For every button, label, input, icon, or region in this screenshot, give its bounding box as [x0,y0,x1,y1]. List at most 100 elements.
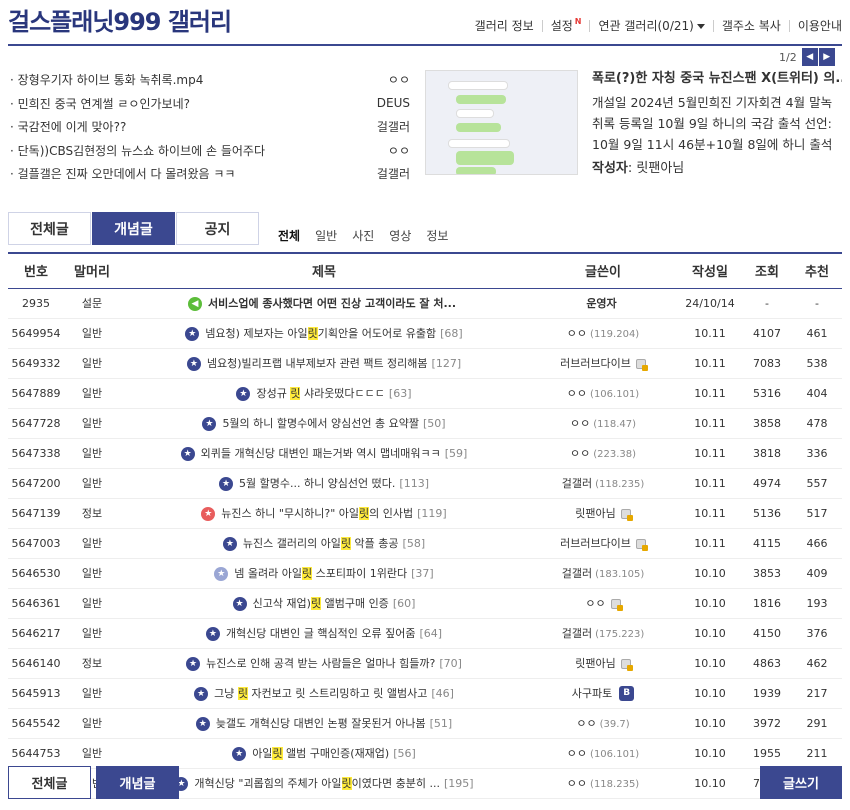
post-writer[interactable]: ㅇㅇ (118.47) [528,408,678,439]
comment-count[interactable]: [64] [419,627,442,640]
comment-count[interactable]: [195] [444,777,474,790]
post-title-cell[interactable]: ★ 5월 할명수... 하니 양심선언 떴다. [113] [120,468,528,499]
comment-count[interactable]: [56] [393,747,416,760]
table-row[interactable]: 5646530 일반 ★ 넴 올려라 아일릿 스포티파이 1위란다 [37] 걸갤러 (18… [8,558,842,589]
next-arrow-icon[interactable]: ▶ [818,48,835,66]
post-title-cell[interactable]: ★ 5월의 하니 할명수에서 양심선언 총 요약짤 [50] [120,408,528,439]
copy-address-link[interactable]: 갤주소 복사 [722,17,781,34]
featured-post[interactable]: 폭로(?)한 자칭 중국 뉴진스팬 X(트위터) 의... 개설일 2024년 … [592,68,842,176]
table-row[interactable]: 5645913 일반 ★ 그냥 릿 자컨보고 릿 스트리밍하고 릿 앨범사고 [46] 사… [8,678,842,709]
post-writer[interactable]: ㅇㅇ (118.235) [528,768,678,799]
post-writer[interactable]: 러브러브다이브 [528,528,678,559]
post-title-cell[interactable]: ★ 뉴진스 하니 "무시하니?" 아일릿의 인사법 [119] [120,498,528,529]
all-posts-button[interactable]: 전체글 [8,766,91,799]
post-title-cell[interactable]: ★ 그냥 릿 자컨보고 릿 스트리밍하고 릿 앨범사고 [46] [120,678,528,709]
post-title-cell[interactable]: ★ 개혁신당 "괴롭힘의 주체가 아일릿이였다면 충분히 ... [195] [120,768,528,799]
post-title[interactable]: 뉴진스 갤러리의 아일 [243,537,341,550]
post-writer[interactable]: 운영자 [528,288,678,319]
filter-all[interactable]: 전체 [278,227,300,244]
comment-count[interactable]: [58] [403,537,426,550]
list-item[interactable]: · 단독))CBS김현정의 뉴스쇼 하이브에 손 들어주다 ㅇㅇ [10,139,410,163]
list-item[interactable]: · 걸플갤은 진짜 오만데에서 다 몰려왔음 ㅋㅋ 걸갤러 [10,162,410,186]
post-title[interactable]: 넴요청) 제보자는 아일 [205,327,307,340]
comment-count[interactable]: [60] [393,597,416,610]
post-title[interactable]: 장성규 [256,387,290,400]
prev-arrow-icon[interactable]: ◀ [801,48,818,66]
comment-count[interactable]: [51] [430,717,453,730]
post-title-cell[interactable]: ★ 넴요청)빌리프랩 내부제보자 관련 팩트 정리해봄 [127] [120,348,528,379]
table-row[interactable]: 5647003 일반 ★ 뉴진스 갤러리의 아일릿 악플 총공 [58] 러브러브다이브 1… [8,528,842,559]
post-title[interactable]: 5월의 하니 할명수에서 양심선언 총 요약짤 [222,417,419,430]
table-row[interactable]: 5644753 일반 ★ 아일릿 앨범 구매인증(재재업) [56] ㅇㅇ (106.101… [8,738,842,769]
post-writer[interactable]: ㅇㅇ (39.7) [528,708,678,739]
table-row[interactable]: 2935 설문 ◀ 서비스업에 종사했다면 어떤 진상 고객이라도 잘 처... 운영자… [8,288,842,319]
post-title-cell[interactable]: ★ 늦갤도 개혁신당 대변인 논평 잘못된거 아나봄 [51] [120,708,528,739]
post-writer[interactable]: 러브러브다이브 [528,348,678,379]
post-writer[interactable]: 걸갤러 (118.235) [528,468,678,499]
post-title-cell[interactable]: ★ 뉴진스로 인해 공격 받는 사람들은 얼마나 힘들까? [70] [120,648,528,679]
write-button[interactable]: 글쓰기 [760,766,842,799]
post-writer[interactable]: 걸갤러 (175.223) [528,618,678,649]
post-title[interactable]: 개혁신당 대변인 글 핵심적인 오류 짚어줌 [226,627,416,640]
filter-info[interactable]: 정보 [426,227,448,244]
list-item[interactable]: · 장형우기자 하이브 통화 녹취록.mp4 ㅇㅇ [10,68,410,92]
post-writer[interactable]: 걸갤러 (183.105) [528,558,678,589]
post-title[interactable]: 서비스업에 종사했다면 어떤 진상 고객이라도 잘 처... [208,297,456,310]
table-row[interactable]: 5646361 일반 ★ 신고삭 재업)릿 앨범구매 인증 [60] ㅇㅇ 10.10 181… [8,588,842,619]
gallery-title[interactable]: 걸스플래닛999 갤러리 [8,2,232,37]
featured-thumbnail[interactable] [425,70,578,175]
post-title-cell[interactable]: ◀ 서비스업에 종사했다면 어떤 진상 고객이라도 잘 처... [120,288,528,319]
table-row[interactable]: 5647139 정보 ★ 뉴진스 하니 "무시하니?" 아일릿의 인사법 [119] 릿팬… [8,498,842,529]
post-writer[interactable]: 사구파토 B [528,678,678,709]
comment-count[interactable]: [113] [399,477,429,490]
table-row[interactable]: 5647200 일반 ★ 5월 할명수... 하니 양심선언 떴다. [113] 걸갤러(… [8,468,842,499]
comment-count[interactable]: [119] [417,507,447,520]
post-writer[interactable]: ㅇㅇ (223.38) [528,438,678,469]
comment-count[interactable]: [63] [389,387,412,400]
post-title[interactable]: 그냥 [214,687,238,700]
table-row[interactable]: 5647889 일반 ★ 장성규 릿 샤라웃떴다ㄷㄷㄷ [63] ㅇㅇ (106.101) 1… [8,378,842,409]
post-title-cell[interactable]: ★ 개혁신당 대변인 글 핵심적인 오류 짚어줌 [64] [120,618,528,649]
tab-concept[interactable]: 개념글 [92,212,175,245]
post-title[interactable]: 넴요청)빌리프랩 내부제보자 관련 팩트 정리해봄 [207,357,428,370]
guide-link[interactable]: 이용안내 [798,17,842,34]
related-gallery-dropdown[interactable]: 연관 갤러리(0/21) [598,17,705,34]
tab-all[interactable]: 전체글 [8,212,91,245]
comment-count[interactable]: [68] [440,327,463,340]
concept-posts-button[interactable]: 개념글 [96,766,179,799]
post-title[interactable]: 아일 [252,747,272,760]
comment-count[interactable]: [50] [423,417,446,430]
post-writer[interactable]: ㅇㅇ [528,588,678,619]
list-item[interactable]: · 국감전에 이게 맞아?? 걸갤러 [10,115,410,139]
post-title-cell[interactable]: ★ 넴 올려라 아일릿 스포티파이 1위란다 [37] [120,558,528,589]
comment-count[interactable]: [70] [439,657,462,670]
post-title[interactable]: 신고삭 재업) [253,597,311,610]
post-title[interactable]: 뉴진스로 인해 공격 받는 사람들은 얼마나 힘들까? [206,657,435,670]
post-writer[interactable]: 릿팬아님 [528,498,678,529]
filter-video[interactable]: 영상 [389,227,411,244]
post-title-cell[interactable]: ★ 아일릿 앨범 구매인증(재재업) [56] [120,738,528,769]
table-row[interactable]: 5649954 일반 ★ 넴요청) 제보자는 아일릿기획안을 어도어로 유출함 [68]… [8,318,842,349]
table-row[interactable]: 5646140 정보 ★ 뉴진스로 인해 공격 받는 사람들은 얼마나 힘들까? [70… [8,648,842,679]
post-writer[interactable]: ㅇㅇ (106.101) [528,738,678,769]
table-row[interactable]: 5649332 일반 ★ 넴요청)빌리프랩 내부제보자 관련 팩트 정리해봄 [127]… [8,348,842,379]
table-row[interactable]: 5647338 일반 ★ 외퀴들 개혁신당 대변인 패는거봐 역시 맵네매워ㅋㅋ [59… [8,438,842,469]
post-title-cell[interactable]: ★ 장성규 릿 샤라웃떴다ㄷㄷㄷ [63] [120,378,528,409]
comment-count[interactable]: [37] [411,567,434,580]
post-title-cell[interactable]: ★ 넴요청) 제보자는 아일릿기획안을 어도어로 유출함 [68] [120,318,528,349]
table-row[interactable]: 5647728 일반 ★ 5월의 하니 할명수에서 양심선언 총 요약짤 [50] ㅇㅇ(… [8,408,842,439]
list-item[interactable]: · 민희진 중국 연계썰 ㄹㅇ인가보네? DEUS [10,92,410,116]
table-row[interactable]: 5646217 일반 ★ 개혁신당 대변인 글 핵심적인 오류 짚어줌 [64] 걸갤러(… [8,618,842,649]
table-row[interactable]: 5645542 일반 ★ 늦갤도 개혁신당 대변인 논평 잘못된거 아나봄 [51] ㅇㅇ… [8,708,842,739]
post-writer[interactable]: ㅇㅇ (106.101) [528,378,678,409]
comment-count[interactable]: [127] [432,357,462,370]
post-title-cell[interactable]: ★ 뉴진스 갤러리의 아일릿 악플 총공 [58] [120,528,528,559]
comment-count[interactable]: [46] [431,687,454,700]
post-title[interactable]: 개혁신당 "괴롭힘의 주체가 아일 [194,777,341,790]
post-title[interactable]: 늦갤도 개혁신당 대변인 논평 잘못된거 아나봄 [216,717,426,730]
tab-notice[interactable]: 공지 [176,212,259,245]
gallery-info-link[interactable]: 갤러리 정보 [475,17,534,34]
settings-link[interactable]: 설정 N [551,17,582,34]
post-title[interactable]: 뉴진스 하니 "무시하니?" 아일 [221,507,359,520]
post-title[interactable]: 넴 올려라 아일 [234,567,302,580]
